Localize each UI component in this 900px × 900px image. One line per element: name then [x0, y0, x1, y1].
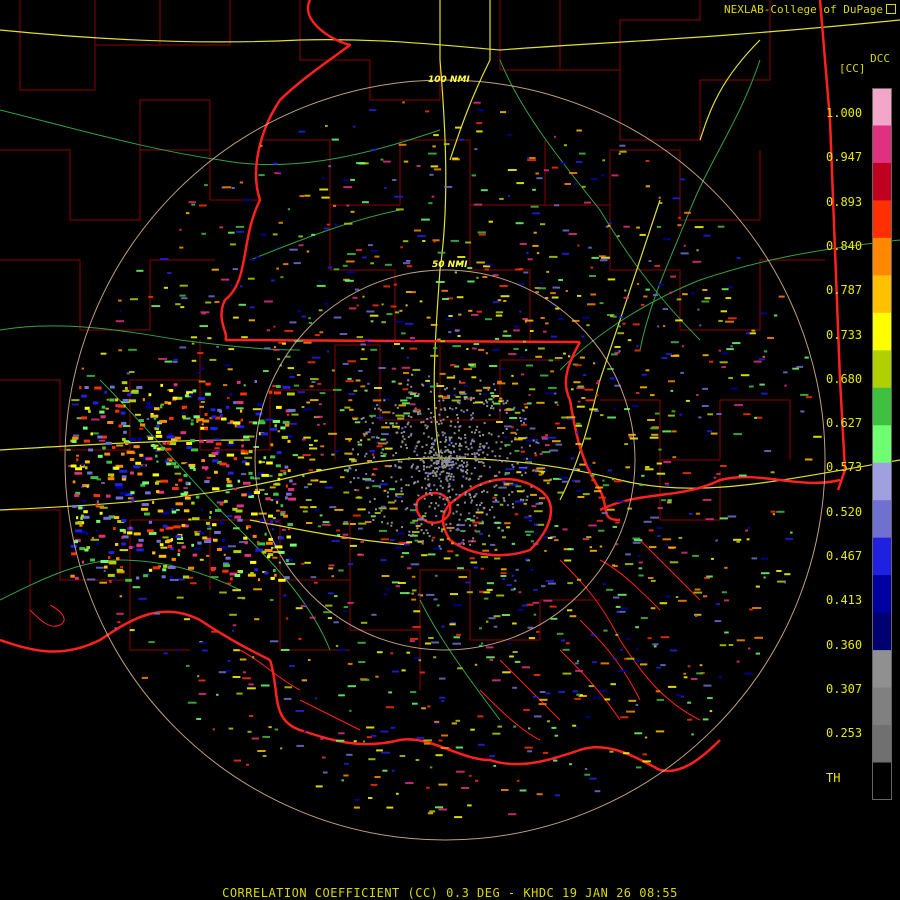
legend-swatch	[872, 462, 892, 501]
legend-label: 0.680	[826, 371, 863, 386]
legend-label: 0.360	[826, 637, 863, 652]
legend-swatch	[872, 275, 892, 314]
legend-swatch	[872, 387, 892, 426]
legend-swatch	[872, 350, 892, 389]
product-code: DCC	[870, 52, 890, 65]
color-legend-bar	[872, 88, 892, 800]
legend-label: 0.253	[826, 726, 863, 741]
legend-label: TH	[826, 771, 841, 785]
legend-label: 1.000	[826, 106, 863, 120]
legend-swatch	[872, 500, 892, 539]
external-link-icon	[886, 4, 896, 14]
product-footer: CORRELATION COEFFICIENT (CC) 0.3 DEG - K…	[222, 886, 678, 900]
legend-swatch	[872, 125, 892, 164]
range-ring-label-50: 50 NMI	[432, 260, 468, 270]
legend-label: 0.467	[826, 549, 863, 563]
legend-swatch	[872, 687, 892, 726]
range-ring-label-100: 100 NMI	[428, 75, 470, 85]
legend-swatch	[872, 762, 892, 800]
credit-link[interactable]: NEXLAB-College of DuPage	[724, 3, 896, 16]
legend-label: 0.627	[826, 416, 863, 431]
legend-swatch	[872, 237, 892, 276]
legend-label: 0.947	[826, 150, 863, 165]
legend-swatch	[872, 88, 892, 126]
radar-map[interactable]: 50 NMI 100 NMI	[0, 0, 900, 900]
credit-text: NEXLAB-College of DuPage	[724, 3, 883, 16]
legend-label: 0.520	[826, 504, 863, 519]
legend-label: 0.307	[826, 681, 863, 696]
legend-swatch	[872, 650, 892, 689]
legend-swatch	[872, 725, 892, 764]
legend-label: 0.893	[826, 194, 863, 209]
legend-label: 0.733	[826, 327, 863, 342]
legend-swatch	[872, 575, 892, 614]
legend-label: 0.840	[826, 238, 863, 253]
legend-swatch	[872, 612, 892, 651]
legend-swatch	[872, 312, 892, 351]
unit-label: [CC]	[839, 62, 866, 75]
legend-label: 0.573	[826, 460, 863, 475]
legend-swatch	[872, 425, 892, 464]
legend-swatch	[872, 162, 892, 201]
legend-swatch	[872, 537, 892, 576]
legend-swatch	[872, 200, 892, 239]
legend-label: 0.413	[826, 593, 863, 608]
legend-label: 0.787	[826, 283, 863, 298]
